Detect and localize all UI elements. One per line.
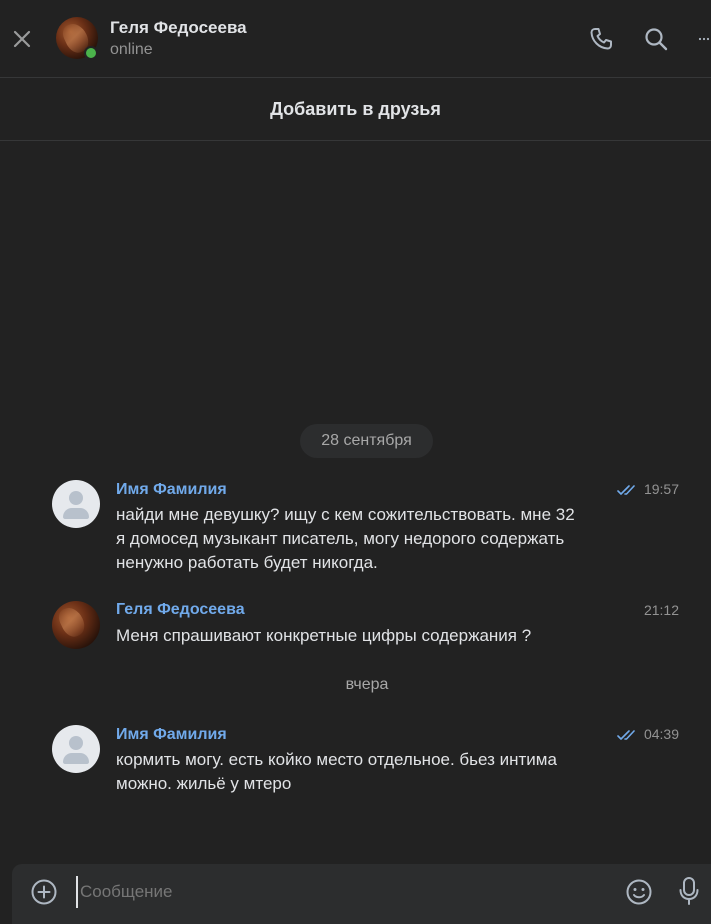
message-author[interactable]: Имя Фамилия	[116, 481, 227, 499]
message-line: можно. жильё у мтеро	[116, 774, 292, 793]
close-button[interactable]	[8, 25, 36, 53]
microphone-icon[interactable]	[678, 876, 700, 906]
message-text: кормить могу. есть койко место отдельное…	[116, 748, 616, 796]
message: Имя Фамилия 04:39 кормить могу. есть кой…	[0, 725, 711, 805]
message: Имя Фамилия 19:57 найди мне девушку? ищу…	[0, 480, 711, 580]
add-friend-bar: Добавить в друзья	[0, 78, 711, 141]
sender-avatar[interactable]	[52, 601, 100, 649]
message-text: Меня спрашивают конкретные цифры содержа…	[116, 624, 616, 648]
date-separator: вчера	[345, 676, 389, 693]
message-text: найди мне девушку? ищу с кем сожительств…	[116, 503, 616, 575]
close-icon	[13, 30, 31, 48]
add-friend-button[interactable]: Добавить в друзья	[270, 99, 441, 120]
phone-icon	[590, 28, 612, 50]
message-time: 19:57	[643, 481, 679, 497]
message-line: Меня спрашивают конкретные цифры содержа…	[116, 626, 532, 645]
message-line: кормить могу. есть койко место отдельное…	[116, 750, 557, 769]
online-indicator	[84, 46, 98, 60]
more-button[interactable]	[698, 26, 711, 52]
sender-avatar[interactable]	[52, 725, 100, 773]
attach-icon[interactable]	[30, 878, 58, 906]
message-line: найди мне девушку? ищу с кем сожительств…	[116, 505, 575, 524]
message-author[interactable]: Имя Фамилия	[116, 726, 227, 744]
message-time: 04:39	[643, 726, 679, 742]
message-line: я домосед музыкант писатель, могу недоро…	[116, 529, 565, 548]
message-time: 21:12	[643, 602, 679, 618]
more-icon	[698, 37, 710, 41]
message-input[interactable]	[76, 876, 602, 908]
read-check-icon	[617, 485, 635, 495]
message: Геля Федосеева 21:12 Меня спрашивают кон…	[0, 601, 711, 661]
search-icon	[645, 28, 668, 51]
emoji-icon[interactable]	[625, 878, 653, 906]
read-check-icon	[617, 730, 635, 740]
call-button[interactable]	[588, 26, 614, 52]
peer-name[interactable]: Геля Федосеева	[110, 18, 247, 38]
chat-header: Геля Федосеева online	[0, 0, 711, 78]
peer-status: online	[110, 41, 153, 58]
date-separator: 28 сентября	[300, 424, 433, 458]
sender-avatar[interactable]	[52, 480, 100, 528]
message-composer	[12, 864, 711, 924]
message-line: ненужно работать будет никогда.	[116, 553, 378, 572]
search-button[interactable]	[643, 26, 669, 52]
message-author[interactable]: Геля Федосеева	[116, 601, 245, 619]
